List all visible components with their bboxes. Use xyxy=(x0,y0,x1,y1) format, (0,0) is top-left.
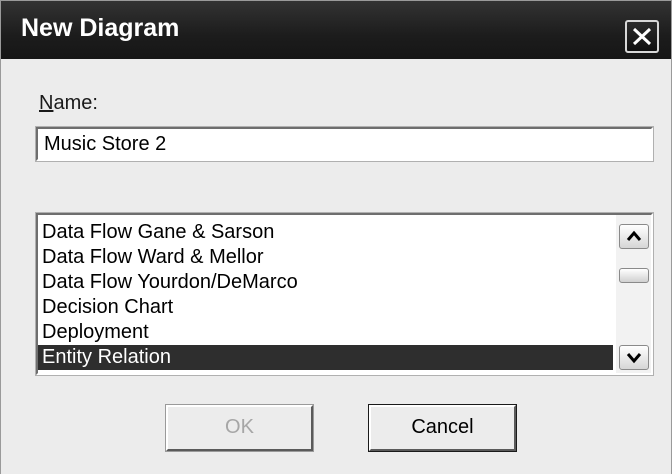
name-label-rest: ame: xyxy=(53,92,98,114)
list-item[interactable]: Data Flow Ward & Mellor xyxy=(38,245,613,270)
name-label: Name: xyxy=(39,92,98,115)
chevron-down-icon xyxy=(626,353,642,364)
name-input[interactable] xyxy=(35,126,654,162)
cancel-button[interactable]: Cancel xyxy=(368,404,517,452)
title-bar[interactable]: New Diagram xyxy=(1,1,671,59)
list-item[interactable]: Deployment xyxy=(38,320,613,345)
ok-button[interactable]: OK xyxy=(165,404,314,452)
dialog-title: New Diagram xyxy=(21,14,180,42)
scrollbar-thumb[interactable] xyxy=(619,268,649,283)
list-item[interactable]: Decision Chart xyxy=(38,295,613,320)
scroll-down-button[interactable] xyxy=(619,345,649,370)
diagram-type-list[interactable]: Data Flow Gane & Sarson Data Flow Ward &… xyxy=(35,212,654,376)
scroll-up-button[interactable] xyxy=(619,224,649,249)
chevron-up-icon xyxy=(626,230,642,241)
list-item-selected[interactable]: Entity Relation xyxy=(38,345,613,370)
new-diagram-dialog: New Diagram Name: Data Flow Gane & Sarso… xyxy=(0,0,672,474)
name-label-mnemonic: N xyxy=(39,92,54,114)
list-item[interactable]: Data Flow Yourdon/DeMarco xyxy=(38,270,613,295)
list-item[interactable]: Data Flow Gane & Sarson xyxy=(38,220,613,245)
close-icon xyxy=(632,27,652,46)
close-button[interactable] xyxy=(625,20,659,53)
diagram-type-items: Data Flow Gane & Sarson Data Flow Ward &… xyxy=(38,220,613,370)
vertical-scrollbar[interactable] xyxy=(616,215,651,373)
